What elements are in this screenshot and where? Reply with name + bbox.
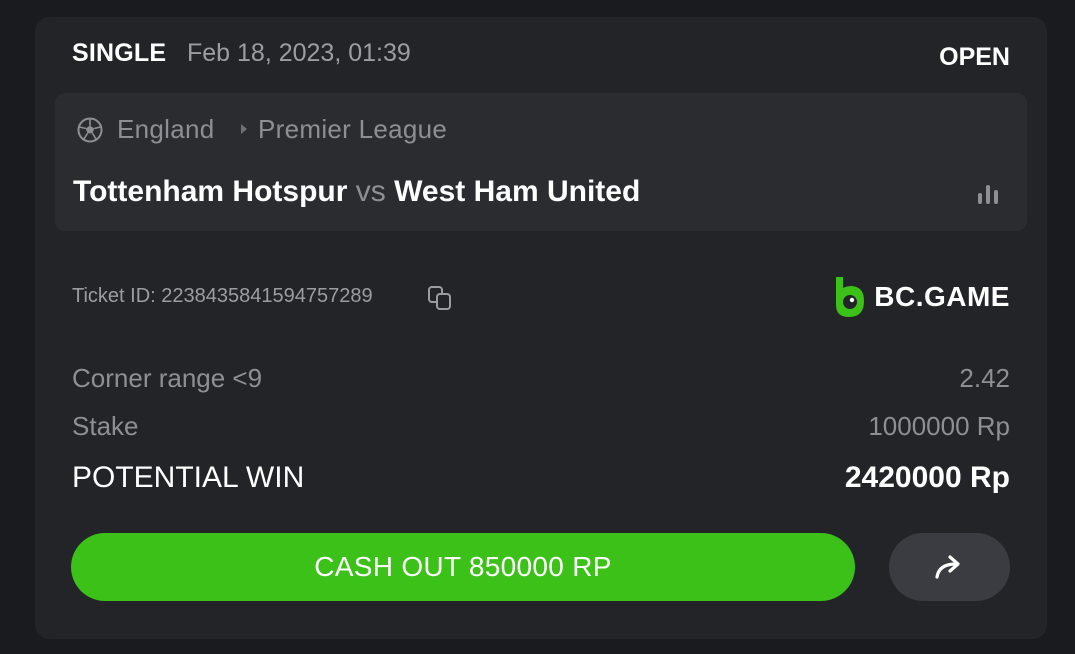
selection-row: Corner range <9 2.42 (72, 363, 1010, 394)
selection-odds: 2.42 (959, 363, 1010, 393)
bet-slip-card: SINGLE Feb 18, 2023, 01:39 OPEN England … (35, 17, 1047, 639)
stake-row: Stake 1000000 Rp (72, 411, 1010, 442)
bc-game-logo-icon (836, 277, 865, 317)
event-panel[interactable]: England Premier League Tottenham Hotspur… (55, 93, 1027, 231)
cash-out-button[interactable]: CASH OUT 850000 RP (71, 533, 855, 601)
ticket-id: Ticket ID: 2238435841594757289 (72, 285, 373, 307)
share-arrow-icon (934, 555, 960, 579)
event-league: Premier League (258, 114, 448, 144)
bet-date: Feb 18, 2023, 01:39 (187, 39, 411, 67)
home-team: Tottenham Hotspur (73, 175, 348, 208)
brand-logo: BC.GAME (832, 275, 1010, 319)
breadcrumb-separator-icon (241, 124, 247, 134)
potential-win-label: POTENTIAL WIN (72, 461, 305, 494)
event-teams: Tottenham Hotspur vs West Ham United (73, 175, 640, 209)
vs-label: vs (355, 175, 386, 208)
share-button[interactable] (889, 533, 1010, 601)
potential-win-row: POTENTIAL WIN 2420000 Rp (72, 461, 1010, 495)
potential-win-value: 2420000 Rp (844, 461, 1010, 494)
event-country: England (117, 114, 215, 144)
bet-type: SINGLE (72, 39, 167, 67)
away-team: West Ham United (394, 175, 641, 208)
soccer-ball-icon (77, 117, 103, 143)
stake-value: 1000000 Rp (868, 411, 1010, 441)
selection-market: Corner range <9 (72, 363, 263, 393)
bar-chart-icon[interactable] (975, 181, 1001, 207)
bet-status: OPEN (939, 43, 1010, 71)
copy-icon[interactable] (427, 285, 453, 311)
stake-label: Stake (72, 411, 139, 441)
brand-name: BC.GAME (874, 281, 1010, 312)
